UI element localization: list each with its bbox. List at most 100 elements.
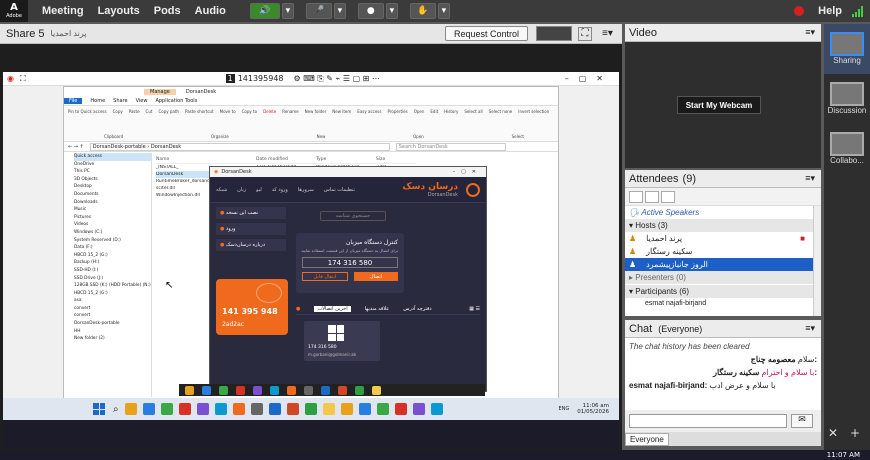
recent-connection-card[interactable]: 174 316 580 m.gorbani@golmanir.ab bbox=[304, 321, 380, 361]
menu-audio[interactable]: Audio bbox=[195, 5, 226, 17]
nav-item[interactable]: convert bbox=[74, 312, 151, 320]
tab-view[interactable]: View bbox=[136, 98, 148, 104]
nav-item[interactable]: 128GB SSD (K:) (HDD Portable) (N:) bbox=[74, 282, 151, 290]
grid-view-icon[interactable]: ▦ ☰ bbox=[469, 306, 480, 312]
copy-button[interactable]: Copy bbox=[113, 109, 123, 114]
nav-item[interactable]: Quick access bbox=[74, 153, 151, 161]
rename-button[interactable]: Rename bbox=[282, 109, 298, 114]
start-icon[interactable] bbox=[93, 403, 105, 415]
view-list-icon[interactable] bbox=[629, 190, 643, 203]
easy-access-button[interactable]: Easy access bbox=[357, 109, 381, 114]
search-box[interactable]: Search DorsanDesk bbox=[395, 142, 506, 151]
menu-about[interactable]: ● درباره درسان‌دسک bbox=[216, 239, 286, 251]
participants-group[interactable]: ▾ Participants (6) bbox=[625, 285, 821, 298]
microphone-button[interactable]: 🎤 bbox=[305, 3, 332, 19]
dorsan-toolbar-item[interactable]: سرورها bbox=[298, 187, 314, 193]
dorsan-toolbar-item[interactable]: زبان bbox=[237, 187, 246, 193]
properties-button[interactable]: Properties bbox=[387, 109, 407, 114]
taskbar-app-icon[interactable] bbox=[232, 403, 245, 415]
id-search-input[interactable]: جستجوی شناسه bbox=[320, 211, 386, 221]
taskbar-app-icon[interactable] bbox=[412, 403, 425, 415]
taskbar-app-icon[interactable] bbox=[202, 385, 211, 395]
nav-item[interactable]: Backup (H:) bbox=[74, 259, 151, 267]
taskbar-app-icon[interactable] bbox=[340, 403, 353, 415]
taskbar-app-icon[interactable] bbox=[219, 385, 228, 395]
webcam-button[interactable]: ● bbox=[357, 3, 384, 19]
nav-item[interactable]: Videos bbox=[74, 221, 151, 229]
pin-button[interactable]: Pin to Quick access bbox=[68, 109, 107, 114]
nav-item[interactable]: Windows (C:) bbox=[74, 229, 151, 237]
raise-hand-button[interactable]: ✋ bbox=[409, 3, 436, 19]
select-all-button[interactable]: Select all bbox=[464, 109, 482, 114]
col-name[interactable]: Name bbox=[156, 157, 256, 162]
nav-item[interactable]: This PC bbox=[74, 168, 151, 176]
nav-item[interactable]: Music bbox=[74, 206, 151, 214]
file-transfer-button[interactable]: انتقال فایل bbox=[302, 272, 348, 281]
attendees-scrollbar[interactable] bbox=[813, 206, 821, 316]
taskbar-app-icon[interactable] bbox=[286, 403, 299, 415]
nav-item[interactable]: SSD Drive (J:) bbox=[74, 275, 151, 283]
tray-lang[interactable]: ENG bbox=[559, 406, 570, 412]
taskbar-app-icon[interactable] bbox=[214, 403, 227, 415]
chat-menu-icon[interactable]: ≡▾ bbox=[805, 323, 815, 334]
video-menu-icon[interactable]: ≡▾ bbox=[805, 27, 815, 38]
taskbar-app-icon[interactable] bbox=[376, 403, 389, 415]
layout-sharing[interactable]: Sharing bbox=[824, 24, 870, 74]
tab-application-tools[interactable]: Application Tools bbox=[155, 98, 197, 104]
nav-item[interactable]: HBCD 15_2 (G:) bbox=[74, 252, 151, 260]
open-button[interactable]: Open bbox=[414, 109, 425, 114]
taskbar-app-icon[interactable] bbox=[304, 403, 317, 415]
new-item-button[interactable]: New item bbox=[332, 109, 351, 114]
expand-icon[interactable]: ⛶ bbox=[20, 74, 26, 84]
send-icon[interactable]: ✉ bbox=[791, 414, 813, 428]
tab-home[interactable]: Home bbox=[90, 98, 105, 104]
taskbar-app-icon[interactable] bbox=[358, 403, 371, 415]
connect-button[interactable]: اتصال bbox=[354, 272, 398, 281]
delete-button[interactable]: Delete bbox=[263, 109, 276, 114]
view-grid-icon[interactable] bbox=[645, 190, 659, 203]
nav-item[interactable]: ​asa bbox=[74, 297, 151, 305]
nav-arrows[interactable]: ← → ↑ bbox=[68, 144, 84, 150]
history-button[interactable]: History bbox=[444, 109, 458, 114]
nav-item[interactable]: Documents bbox=[74, 191, 151, 199]
layout-collaboration[interactable]: Collabo... bbox=[824, 124, 870, 174]
dorsan-window-controls[interactable]: –▢✕ bbox=[453, 169, 482, 175]
record-icon[interactable] bbox=[794, 6, 805, 16]
taskbar-app-icon[interactable] bbox=[142, 403, 155, 415]
tray-clock[interactable]: 11:06 am 01/05/2026 bbox=[577, 403, 609, 415]
host-row-selected[interactable]: ♟ الروز جانبازپیشمرد bbox=[625, 258, 821, 271]
taskbar-app-icon[interactable] bbox=[124, 403, 137, 415]
tab-share[interactable]: Share bbox=[113, 98, 127, 104]
address-bar[interactable]: DorsanDesk-portable › DorsanDesk bbox=[89, 142, 390, 151]
tools-icon[interactable]: ✕ bbox=[828, 426, 838, 440]
dorsan-toolbar-item[interactable]: شبکه bbox=[216, 187, 227, 193]
nav-item[interactable]: System Reserved (D:) bbox=[74, 237, 151, 245]
add-layout-icon[interactable]: + bbox=[850, 426, 860, 440]
nav-item[interactable]: DorsanDesk-portable bbox=[74, 320, 151, 328]
taskbar-app-icon[interactable] bbox=[178, 403, 191, 415]
request-control-button[interactable]: Request Control bbox=[444, 26, 528, 41]
nav-item[interactable]: Data (F:) bbox=[74, 244, 151, 252]
search-icon[interactable]: ⌕ bbox=[113, 404, 119, 415]
taskbar-app-icon[interactable] bbox=[287, 385, 296, 395]
attendees-menu-icon[interactable]: ≡▾ bbox=[805, 173, 815, 184]
edit-button[interactable]: Edit bbox=[430, 109, 438, 114]
nav-item[interactable]: HBCD 15_2 (G:) bbox=[74, 290, 151, 298]
status-menu-icon[interactable]: ▾ bbox=[437, 3, 450, 19]
taskbar-app-icon[interactable] bbox=[430, 403, 443, 415]
menu-pods[interactable]: Pods bbox=[154, 5, 181, 17]
view-mode-toggle[interactable] bbox=[536, 26, 572, 41]
taskbar-app-icon[interactable] bbox=[321, 385, 330, 395]
taskbar-app-icon[interactable] bbox=[236, 385, 245, 395]
window-controls[interactable]: –▢✕ bbox=[565, 74, 613, 83]
menu-login[interactable]: ● ورود bbox=[216, 223, 286, 235]
fullscreen-icon[interactable]: ⛶ bbox=[578, 26, 592, 41]
cut-button[interactable]: Cut bbox=[146, 109, 153, 114]
copy-to-button[interactable]: Copy to bbox=[242, 109, 257, 114]
taskbar-app-icon[interactable] bbox=[372, 385, 381, 395]
pod-menu-icon[interactable]: ≡▾ bbox=[602, 28, 616, 39]
taskbar-app-icon[interactable] bbox=[270, 385, 279, 395]
remote-toolbar-icons[interactable]: ⚙ ⌨ ⎘ ✎ ⌁ ☰ ▢ ⊞ ⋯ bbox=[294, 74, 380, 84]
remote-id-input[interactable]: 174 316 580 bbox=[302, 257, 398, 268]
taskbar-app-icon[interactable] bbox=[268, 403, 281, 415]
